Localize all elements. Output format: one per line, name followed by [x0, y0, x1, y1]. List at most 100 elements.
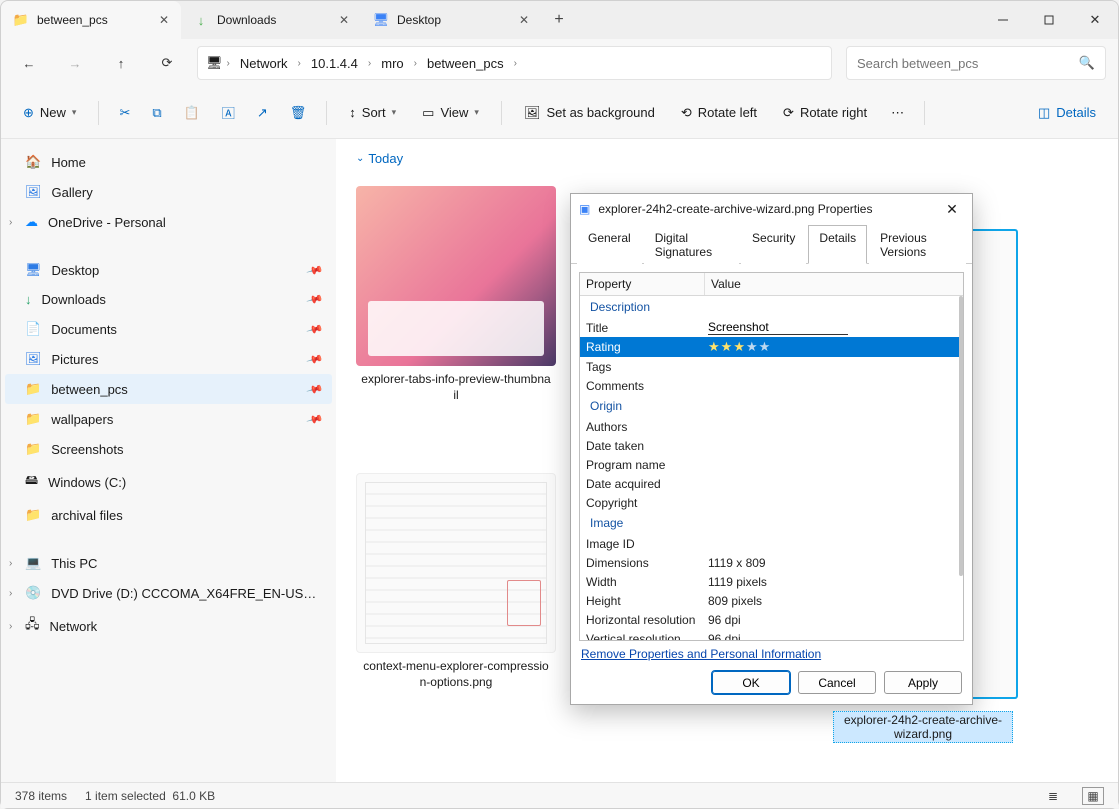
dialog-tab-digital-signatures[interactable]: Digital Signatures	[644, 225, 739, 264]
close-tab-icon[interactable]: ✕	[519, 13, 529, 27]
rotate-right-button[interactable]: ⟳ Rotate right	[773, 99, 877, 127]
sidebar-item-gallery[interactable]: 🖼Gallery	[5, 177, 332, 207]
breadcrumb[interactable]: between_pcs	[421, 56, 510, 71]
property-row-height[interactable]: Height809 pixels	[580, 591, 963, 610]
property-value[interactable]: 1119 pixels	[708, 575, 957, 589]
property-row-tags[interactable]: Tags	[580, 357, 963, 376]
chevron-right-icon[interactable]: ›	[368, 58, 371, 69]
apply-button[interactable]: Apply	[884, 671, 962, 694]
sidebar-item-screenshots[interactable]: 📁Screenshots	[5, 434, 332, 464]
search-box[interactable]: 🔍	[846, 46, 1106, 80]
sidebar-item-windows-c-[interactable]: 🖴Windows (C:)	[5, 464, 332, 500]
property-row-rating[interactable]: Rating★★★★★	[580, 337, 963, 357]
details-view-button[interactable]: ≣	[1042, 787, 1064, 805]
rating-stars[interactable]: ★★★★★	[708, 339, 771, 354]
ok-button[interactable]: OK	[712, 671, 790, 694]
thumbnails-view-button[interactable]: ▦	[1082, 787, 1104, 805]
sidebar-item-this-pc[interactable]: ›💻This PC	[5, 548, 332, 578]
tab-between-pcs[interactable]: 📁 between_pcs ✕	[1, 1, 181, 39]
property-row-program-name[interactable]: Program name	[580, 455, 963, 474]
forward-button[interactable]: →	[59, 47, 91, 79]
tab-desktop[interactable]: 🖥 Desktop ✕	[361, 1, 541, 39]
property-value[interactable]: 96 dpi	[708, 632, 957, 642]
chevron-right-icon[interactable]: ›	[298, 58, 301, 69]
cancel-button[interactable]: Cancel	[798, 671, 876, 694]
remove-properties-link[interactable]: Remove Properties and Personal Informati…	[581, 647, 821, 661]
sidebar-item-home[interactable]: 🏠Home	[5, 147, 332, 177]
scrollbar[interactable]	[959, 296, 963, 576]
breadcrumb[interactable]: mro	[375, 56, 409, 71]
property-row-horizontal-resolution[interactable]: Horizontal resolution96 dpi	[580, 610, 963, 629]
property-row-date-acquired[interactable]: Date acquired	[580, 474, 963, 493]
dialog-titlebar[interactable]: ▣ explorer-24h2-create-archive-wizard.pn…	[571, 194, 972, 224]
set-background-button[interactable]: 🖼 Set as background	[514, 99, 665, 127]
sidebar-item-wallpapers[interactable]: 📁wallpapers📌	[5, 404, 332, 434]
more-button[interactable]: ⋯	[883, 99, 912, 127]
property-value[interactable]: ★★★★★	[708, 339, 957, 355]
new-tab-button[interactable]: +	[541, 1, 577, 39]
property-row-date-taken[interactable]: Date taken	[580, 436, 963, 455]
copy-button[interactable]: ⧉	[144, 99, 169, 127]
property-row-vertical-resolution[interactable]: Vertical resolution96 dpi	[580, 629, 963, 641]
col-property[interactable]: Property	[580, 273, 705, 295]
file-item[interactable]: explorer-tabs-info-preview-thumbnail	[356, 186, 556, 403]
chevron-right-icon[interactable]: ›	[227, 58, 230, 69]
up-button[interactable]: ↑	[105, 47, 137, 79]
back-button[interactable]: ←	[13, 47, 45, 79]
breadcrumb[interactable]: Network	[234, 56, 294, 71]
cut-button[interactable]: ✂	[111, 99, 138, 127]
column-resize-handle[interactable]	[336, 139, 339, 782]
sort-button[interactable]: ↕ Sort ▾	[339, 99, 406, 126]
property-grid[interactable]: Property Value DescriptionTitleRating★★★…	[579, 272, 964, 641]
search-icon[interactable]: 🔍	[1079, 55, 1095, 71]
address-bar[interactable]: 🖥 › Network › 10.1.4.4 › mro › between_p…	[197, 46, 832, 80]
close-tab-icon[interactable]: ✕	[159, 13, 169, 27]
details-pane-button[interactable]: ◫ Details	[1028, 99, 1106, 127]
sidebar-item-documents[interactable]: 📄Documents📌	[5, 314, 332, 344]
group-header-today[interactable]: ⌄ Today	[356, 151, 1098, 166]
title-input[interactable]	[708, 320, 848, 335]
property-row-dimensions[interactable]: Dimensions1119 x 809	[580, 553, 963, 572]
expand-chevron-icon[interactable]: ›	[9, 558, 12, 569]
dialog-tab-general[interactable]: General	[577, 225, 642, 264]
sidebar-item-desktop[interactable]: 🖥Desktop📌	[5, 255, 332, 285]
close-window-button[interactable]: ✕	[1072, 1, 1118, 39]
property-row-width[interactable]: Width1119 pixels	[580, 572, 963, 591]
expand-chevron-icon[interactable]: ›	[9, 217, 12, 228]
dialog-tab-previous-versions[interactable]: Previous Versions	[869, 225, 966, 264]
sidebar-item-archival-files[interactable]: 📁archival files	[5, 500, 332, 530]
sidebar-item-network[interactable]: ›🖧Network	[5, 608, 332, 644]
refresh-button[interactable]: ⟳	[151, 47, 183, 79]
property-row-title[interactable]: Title	[580, 318, 963, 337]
maximize-button[interactable]	[1026, 1, 1072, 39]
chevron-right-icon[interactable]: ›	[414, 58, 417, 69]
expand-chevron-icon[interactable]: ›	[9, 621, 12, 632]
share-button[interactable]: ↗	[249, 99, 276, 127]
property-value[interactable]: 96 dpi	[708, 613, 957, 627]
property-row-image-id[interactable]: Image ID	[580, 534, 963, 553]
close-tab-icon[interactable]: ✕	[339, 13, 349, 27]
search-input[interactable]	[857, 56, 1071, 71]
view-button[interactable]: ▭ View ▾	[412, 99, 489, 127]
tab-downloads[interactable]: ↓ Downloads ✕	[181, 1, 361, 39]
expand-chevron-icon[interactable]: ›	[9, 588, 12, 599]
sidebar-item-dvd-drive-d-cccoma-x64fre-en-us-dv9[interactable]: ›💿DVD Drive (D:) CCCOMA_X64FRE_EN-US_DV9	[5, 578, 332, 608]
chevron-right-icon[interactable]: ›	[514, 58, 517, 69]
breadcrumb[interactable]: 10.1.4.4	[305, 56, 364, 71]
property-row-comments[interactable]: Comments	[580, 376, 963, 395]
sidebar-item-onedrive-personal[interactable]: ›☁OneDrive - Personal	[5, 207, 332, 237]
sidebar-item-pictures[interactable]: 🖼Pictures📌	[5, 344, 332, 374]
property-row-copyright[interactable]: Copyright	[580, 493, 963, 512]
new-button[interactable]: ⊕ New ▾	[13, 99, 86, 127]
rotate-left-button[interactable]: ⟲ Rotate left	[671, 99, 767, 127]
rename-button[interactable]: 🄰	[214, 97, 243, 128]
dialog-tab-details[interactable]: Details	[808, 225, 867, 264]
paste-button[interactable]: 📋	[176, 99, 208, 127]
sidebar-item-between-pcs[interactable]: 📁between_pcs📌	[5, 374, 332, 404]
delete-button[interactable]: 🗑	[282, 99, 315, 127]
property-value[interactable]: 1119 x 809	[708, 556, 957, 570]
minimize-button[interactable]	[980, 1, 1026, 39]
property-value[interactable]	[708, 320, 957, 335]
dialog-tab-security[interactable]: Security	[741, 225, 806, 264]
property-row-authors[interactable]: Authors	[580, 417, 963, 436]
